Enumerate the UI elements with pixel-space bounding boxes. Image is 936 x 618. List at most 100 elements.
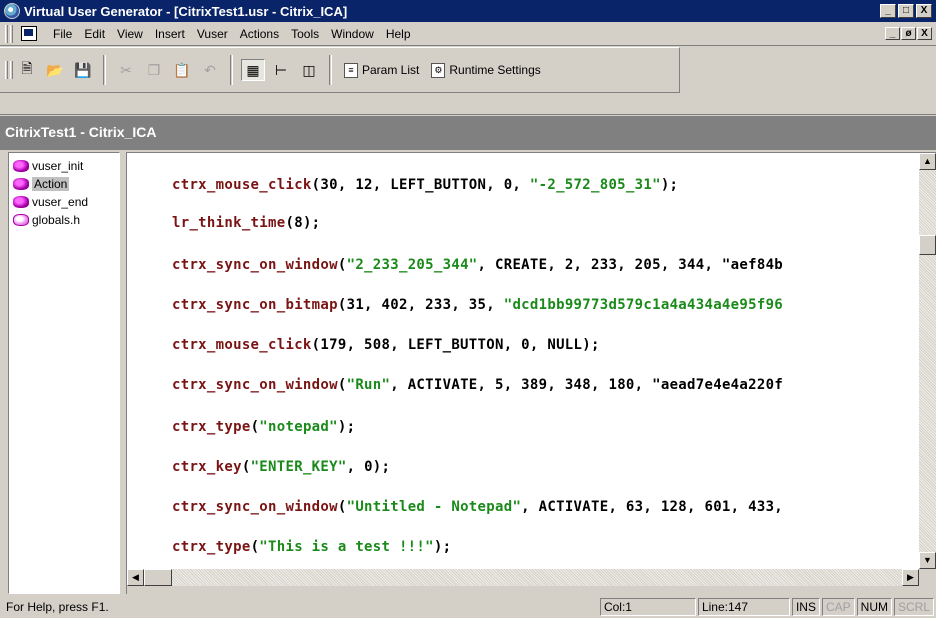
menu-file[interactable]: File bbox=[47, 27, 78, 41]
code-args: , 0); bbox=[346, 459, 391, 475]
title-bar[interactable]: Virtual User Generator - [CitrixTest1.us… bbox=[0, 0, 936, 22]
code-line[interactable]: ctrx_mouse_click(30, 12, LEFT_BUTTON, 0,… bbox=[172, 177, 678, 193]
menu-actions[interactable]: Actions bbox=[234, 27, 285, 41]
code-line[interactable]: ctrx_sync_on_window("Run", ACTIVATE, 5, … bbox=[172, 377, 783, 393]
code-string: "2_233_205_344" bbox=[346, 257, 478, 273]
code-string: "This is a test !!!" bbox=[259, 539, 434, 555]
scroll-left-icon[interactable]: ◀ bbox=[127, 569, 144, 586]
minimize-button[interactable]: _ bbox=[880, 4, 896, 18]
runtime-settings-button[interactable]: ⚙ Runtime Settings bbox=[425, 55, 546, 85]
code-args: ( bbox=[250, 539, 260, 555]
code-function: ctrx_type bbox=[172, 419, 251, 435]
status-line: Line:147 bbox=[697, 598, 790, 616]
menu-help[interactable]: Help bbox=[380, 27, 417, 41]
status-bar: For Help, press F1. Col:1 Line:147 INS C… bbox=[0, 596, 936, 618]
mdi-minimize-button[interactable]: _ bbox=[885, 27, 900, 40]
mdi-close-button[interactable]: X bbox=[917, 27, 932, 40]
vugen-app-icon[interactable] bbox=[4, 3, 20, 19]
code-args: ); bbox=[337, 419, 356, 435]
action-icon bbox=[13, 196, 29, 208]
header-file-icon bbox=[13, 214, 29, 226]
code-line[interactable]: ctrx_sync_on_window("2_233_205_344", CRE… bbox=[172, 257, 783, 273]
code-function: ctrx_sync_on_window bbox=[172, 257, 338, 273]
horizontal-scroll-thumb[interactable] bbox=[144, 569, 172, 586]
code-string: "ENTER_KEY" bbox=[250, 459, 347, 475]
tree-view-icon[interactable]: ⊢ bbox=[269, 59, 293, 81]
menu-tools[interactable]: Tools bbox=[285, 27, 325, 41]
runtime-settings-label: Runtime Settings bbox=[449, 63, 541, 77]
scroll-right-icon[interactable]: ▶ bbox=[902, 569, 919, 586]
save-icon[interactable]: 💾 bbox=[71, 59, 95, 81]
tree-item-label: Action bbox=[32, 177, 70, 191]
vertical-scrollbar[interactable]: ▲ ▼ bbox=[919, 153, 936, 569]
code-line[interactable]: ctrx_mouse_click(179, 508, LEFT_BUTTON, … bbox=[172, 337, 600, 353]
tree-item-globals[interactable]: globals.h bbox=[9, 211, 119, 229]
code-args: (179, 508, LEFT_BUTTON, 0, NULL); bbox=[311, 337, 600, 353]
vertical-scroll-thumb[interactable] bbox=[919, 235, 936, 255]
action-icon bbox=[13, 178, 29, 190]
document-system-icon[interactable] bbox=[21, 26, 37, 41]
tree-item-vuser-end[interactable]: vuser_end bbox=[9, 193, 119, 211]
toolbar-separator bbox=[230, 55, 233, 85]
menu-insert[interactable]: Insert bbox=[149, 27, 191, 41]
paste-icon[interactable]: 📋 bbox=[170, 59, 194, 81]
mdi-controls: _ ø X bbox=[885, 27, 932, 40]
code-function: ctrx_key bbox=[172, 459, 242, 475]
code-args: ( bbox=[337, 499, 347, 515]
toolbar: 🗎 📂 💾 ✂ ❐ 📋 ↶ ▦ ⊢ ◫ ≡ Param List ⚙ Runti… bbox=[0, 47, 936, 115]
code-line[interactable]: ctrx_sync_on_bitmap(31, 402, 233, 35, "d… bbox=[172, 297, 783, 313]
menubar-grip-2[interactable] bbox=[10, 24, 13, 43]
code-args: ( bbox=[337, 377, 347, 393]
menu-view[interactable]: View bbox=[111, 27, 149, 41]
window-title: Virtual User Generator - [CitrixTest1.us… bbox=[24, 3, 348, 19]
copy-icon[interactable]: ❐ bbox=[142, 59, 166, 81]
maximize-button[interactable]: □ bbox=[898, 4, 914, 18]
param-list-icon: ≡ bbox=[344, 62, 358, 78]
script-view-icon[interactable]: ▦ bbox=[241, 59, 265, 81]
scroll-up-icon[interactable]: ▲ bbox=[919, 153, 936, 170]
code-line[interactable]: lr_think_time(8); bbox=[172, 215, 320, 231]
close-button[interactable]: X bbox=[916, 4, 932, 18]
tree-item-action[interactable]: Action bbox=[9, 175, 119, 193]
menu-edit[interactable]: Edit bbox=[78, 27, 111, 41]
code-args: ); bbox=[660, 177, 679, 193]
undo-icon[interactable]: ↶ bbox=[198, 59, 222, 81]
output-window-icon[interactable]: ◫ bbox=[297, 59, 321, 81]
scroll-down-icon[interactable]: ▼ bbox=[919, 552, 936, 569]
status-help-text: For Help, press F1. bbox=[6, 600, 109, 614]
tree-item-vuser-init[interactable]: vuser_init bbox=[9, 157, 119, 175]
status-ins: INS bbox=[791, 598, 820, 616]
code-string: "dcd1bb99773d579c1a4a434a4e95f96 bbox=[503, 297, 784, 313]
menubar-grip[interactable] bbox=[5, 24, 8, 43]
code-line[interactable]: ctrx_sync_on_window("Untitled - Notepad"… bbox=[172, 499, 783, 515]
code-function: lr_think_time bbox=[172, 215, 286, 231]
mdi-restore-button[interactable]: ø bbox=[901, 27, 916, 40]
code-line[interactable]: ctrx_type("notepad"); bbox=[172, 419, 355, 435]
menu-window[interactable]: Window bbox=[325, 27, 380, 41]
code-function: ctrx_mouse_click bbox=[172, 337, 312, 353]
code-line[interactable]: ctrx_type("This is a test !!!"); bbox=[172, 539, 451, 555]
open-folder-icon[interactable]: 📂 bbox=[43, 59, 67, 81]
code-line[interactable]: ctrx_key("ENTER_KEY", 0); bbox=[172, 459, 390, 475]
status-num: NUM bbox=[856, 598, 892, 616]
code-string: "notepad" bbox=[259, 419, 338, 435]
code-function: ctrx_sync_on_bitmap bbox=[172, 297, 338, 313]
tree-item-label: vuser_init bbox=[32, 159, 84, 173]
code-args: , CREATE, 2, 233, 205, 344, "aef84b bbox=[477, 257, 784, 273]
code-function: ctrx_type bbox=[172, 539, 251, 555]
toolbar-grip-2[interactable] bbox=[10, 61, 13, 79]
window-controls: _ □ X bbox=[880, 4, 932, 18]
code-text-area[interactable]: ctrx_mouse_click (30, 12, LEFT_BUTTON, 0,… bbox=[127, 153, 919, 569]
horizontal-scrollbar[interactable]: ◀ ▶ bbox=[127, 569, 919, 586]
toolbar-separator bbox=[103, 55, 106, 85]
new-icon[interactable]: 🗎 bbox=[15, 59, 39, 81]
status-cap: CAP bbox=[821, 598, 855, 616]
cut-icon[interactable]: ✂ bbox=[114, 59, 138, 81]
code-args: (31, 402, 233, 35, bbox=[337, 297, 504, 313]
script-tree: vuser_init Action vuser_end globals.h bbox=[8, 152, 120, 594]
menu-vuser[interactable]: Vuser bbox=[191, 27, 234, 41]
code-function: ctrx_sync_on_window bbox=[172, 377, 338, 393]
param-list-button[interactable]: ≡ Param List bbox=[338, 55, 425, 85]
toolbar-grip[interactable] bbox=[5, 61, 8, 79]
code-args: (30, 12, LEFT_BUTTON, 0, bbox=[311, 177, 530, 193]
